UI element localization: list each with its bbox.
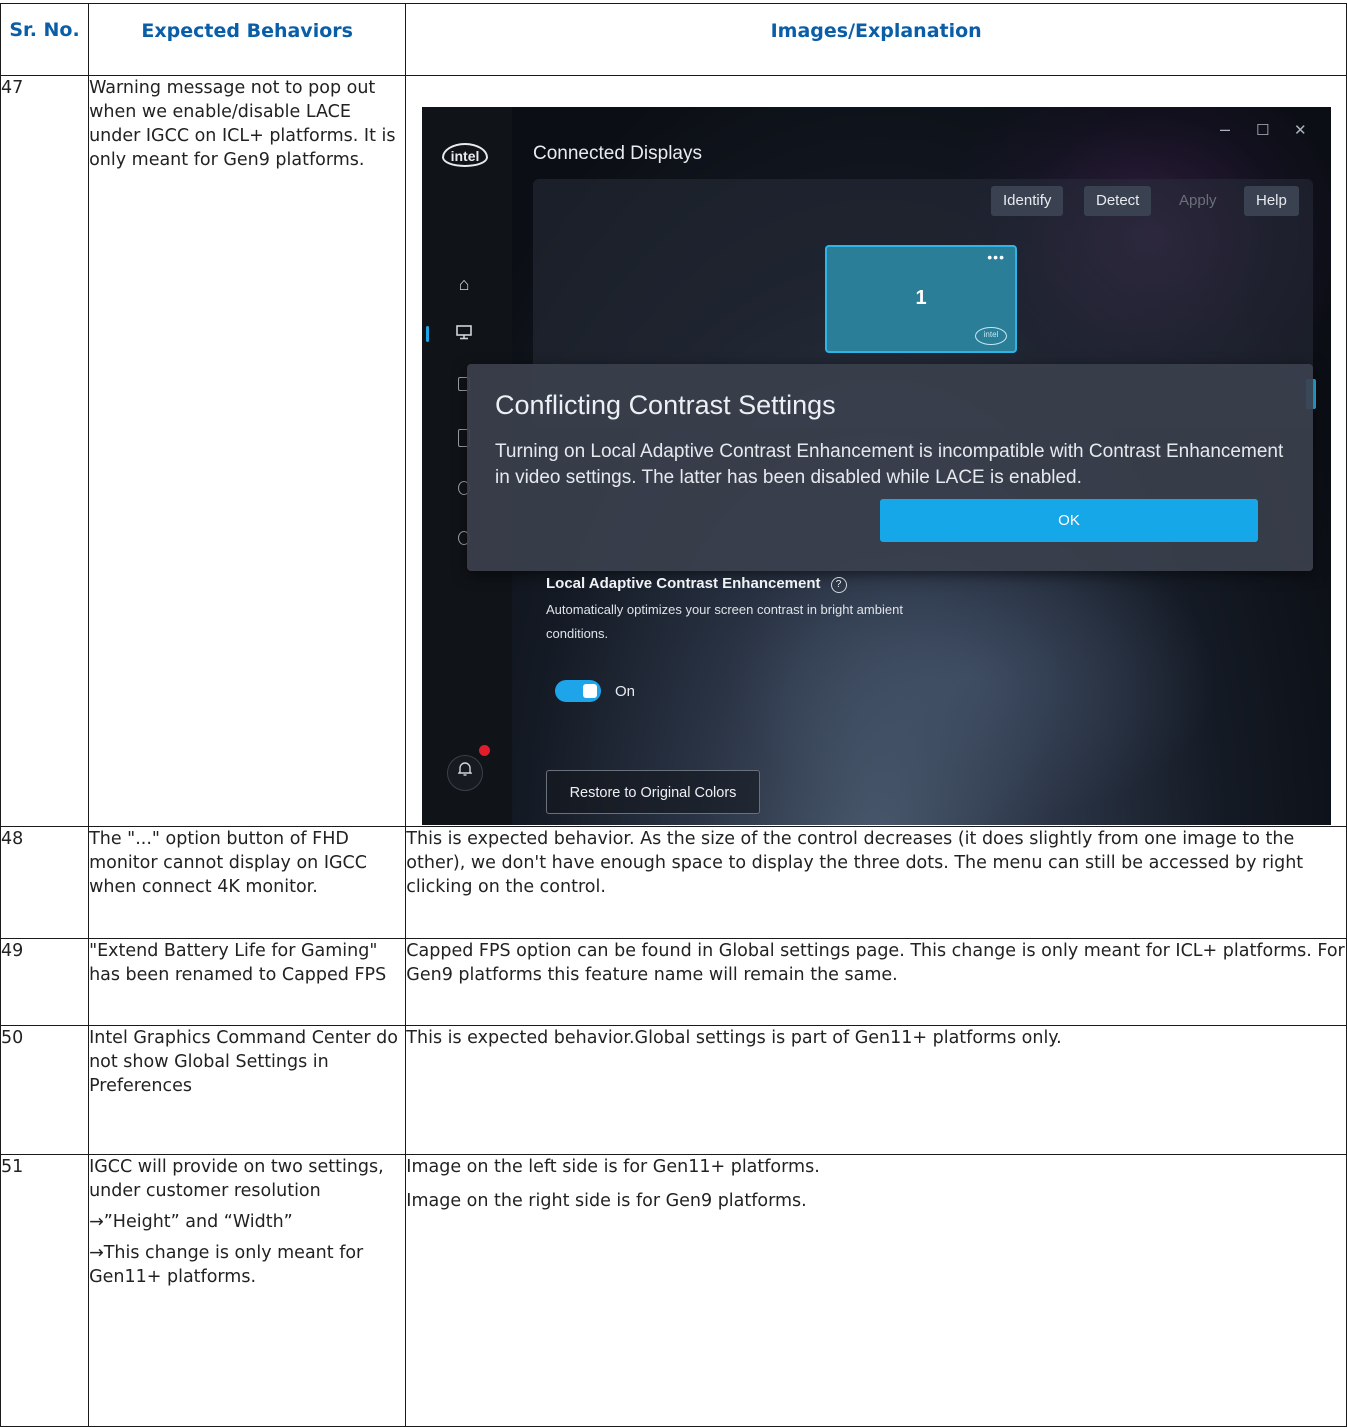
display-icon[interactable] bbox=[453, 323, 475, 345]
monitor-intel-logo: intel bbox=[975, 327, 1007, 345]
behavior-text: Intel Graphics Command Center do not sho… bbox=[88, 1025, 407, 1155]
header-sr-no: Sr. No. bbox=[0, 3, 90, 76]
apply-button[interactable]: Apply bbox=[1167, 186, 1229, 216]
monitor-number: 1 bbox=[915, 287, 927, 309]
explanation-line: Image on the left side is for Gen11+ pla… bbox=[406, 1157, 820, 1177]
bell-icon[interactable] bbox=[447, 755, 483, 791]
intel-logo: intel bbox=[442, 143, 488, 167]
restore-colors-button[interactable]: Restore to Original Colors bbox=[546, 770, 760, 814]
behavior-text: Warning message not to pop out when we e… bbox=[88, 75, 407, 827]
warning-dialog: Conflicting Contrast Settings Turning on… bbox=[467, 364, 1313, 571]
behavior-line: →”Height” and “Width” bbox=[89, 1212, 293, 1232]
row-number: 49 bbox=[0, 938, 90, 1026]
igcc-screenshot: intel ⌂ – ☐ ✕ Connected Displays Identif… bbox=[422, 107, 1331, 825]
explanation-text: This is expected behavior.Global setting… bbox=[405, 1025, 1347, 1155]
more-options-icon[interactable]: ••• bbox=[987, 249, 1005, 265]
selected-indicator bbox=[426, 326, 429, 342]
monitor-tile[interactable]: ••• 1 intel bbox=[825, 245, 1017, 353]
behavior-line: IGCC will provide on two settings, under… bbox=[89, 1157, 384, 1201]
lace-toggle[interactable] bbox=[555, 680, 601, 702]
header-expected-behaviors: Expected Behaviors bbox=[88, 3, 407, 76]
detect-button[interactable]: Detect bbox=[1084, 186, 1152, 216]
explanation-text: This is expected behavior. As the size o… bbox=[405, 826, 1347, 939]
help-button[interactable]: Help bbox=[1244, 186, 1299, 216]
toggle-knob bbox=[583, 684, 597, 698]
maximize-icon[interactable]: ☐ bbox=[1256, 121, 1269, 139]
lace-title-text: Local Adaptive Contrast Enhancement bbox=[546, 575, 821, 592]
explanation-text: Image on the left side is for Gen11+ pla… bbox=[405, 1154, 1347, 1427]
behavior-text: "Extend Battery Life for Gaming" has bee… bbox=[88, 938, 407, 1026]
row-number: 50 bbox=[0, 1025, 90, 1155]
toggle-state-label: On bbox=[615, 683, 636, 700]
minimize-icon[interactable]: – bbox=[1220, 119, 1230, 140]
row-number: 47 bbox=[0, 75, 90, 827]
help-icon[interactable]: ? bbox=[830, 577, 847, 593]
lace-title: Local Adaptive Contrast Enhancement? bbox=[546, 575, 847, 593]
table-row: 48 The "..." option button of FHD monito… bbox=[0, 826, 1347, 939]
row-number: 48 bbox=[0, 826, 90, 939]
home-icon[interactable]: ⌂ bbox=[453, 273, 475, 295]
close-icon[interactable]: ✕ bbox=[1294, 121, 1307, 139]
row-number: 51 bbox=[0, 1154, 90, 1427]
table-row: 50 Intel Graphics Command Center do not … bbox=[0, 1025, 1347, 1155]
ok-button[interactable]: OK bbox=[880, 499, 1258, 542]
table-header-row: Sr. No. Expected Behaviors Images/Explan… bbox=[0, 3, 1347, 76]
behavior-text: IGCC will provide on two settings, under… bbox=[88, 1154, 407, 1427]
identify-button[interactable]: Identify bbox=[991, 186, 1064, 216]
table-row: 51 IGCC will provide on two settings, un… bbox=[0, 1154, 1347, 1427]
background-glow bbox=[722, 527, 1222, 825]
behavior-text: The "..." option button of FHD monitor c… bbox=[88, 826, 407, 939]
explanation-text: Capped FPS option can be found in Global… bbox=[405, 938, 1347, 1026]
explanation-line: Image on the right side is for Gen9 plat… bbox=[406, 1191, 807, 1211]
header-images-explanation: Images/Explanation bbox=[405, 3, 1347, 76]
table-row: 49 "Extend Battery Life for Gaming" has … bbox=[0, 938, 1347, 1026]
behavior-line: →This change is only meant for Gen11+ pl… bbox=[89, 1243, 364, 1287]
dialog-body: Turning on Local Adaptive Contrast Enhan… bbox=[495, 441, 1284, 488]
page-title: Connected Displays bbox=[533, 143, 702, 164]
dialog-title: Conflicting Contrast Settings bbox=[495, 390, 836, 420]
notification-dot bbox=[479, 745, 490, 756]
lace-description: Automatically optimizes your screen cont… bbox=[546, 602, 903, 641]
